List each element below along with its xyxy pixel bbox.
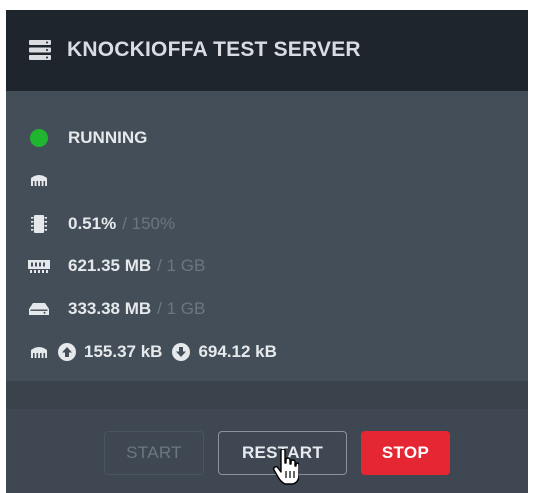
memory-limit-value: / 1 GB — [157, 256, 206, 275]
server-name: KNOCKIOFFA TEST SERVER — [67, 38, 361, 61]
status-row: RUNNING — [28, 125, 147, 151]
disk-row: 333.38 MB / 1 GB — [28, 296, 205, 322]
disk-icon — [28, 300, 50, 318]
hand-pointer-icon — [273, 449, 299, 485]
cpu-icon — [28, 215, 50, 233]
divider — [6, 381, 528, 409]
disk-limit-value: / 1 GB — [157, 299, 206, 318]
status-indicator-icon — [28, 129, 50, 147]
status-label: RUNNING — [68, 128, 148, 147]
cpu-row: 0.51% / 150% — [28, 211, 175, 237]
network-upload-value: 155.37 kB — [84, 342, 163, 361]
server-card-header: KNOCKIOFFA TEST SERVER — [6, 10, 528, 91]
start-button[interactable]: START — [104, 431, 204, 475]
stop-button[interactable]: STOP — [361, 431, 450, 475]
network-icon — [28, 343, 50, 361]
upload-arrow-icon — [58, 343, 76, 361]
disk-usage-value: 333.38 MB — [68, 299, 152, 318]
cpu-usage-value: 0.51% — [68, 214, 117, 233]
address-row — [28, 167, 68, 193]
network-traffic-row: 155.37 kB 694.12 kB — [28, 339, 277, 365]
server-card: KNOCKIOFFA TEST SERVER RUNNING 0.51% / 1… — [6, 10, 528, 493]
server-stats: RUNNING 0.51% / 150% 621.35 MB / 1 GB 33… — [6, 91, 528, 381]
download-arrow-icon — [172, 343, 191, 361]
cpu-limit-value: / 150% — [122, 214, 176, 233]
network-download-value: 694.12 kB — [198, 342, 277, 361]
server-icon — [29, 40, 51, 60]
memory-icon — [28, 257, 50, 275]
memory-usage-value: 621.35 MB — [68, 256, 152, 275]
network-icon — [28, 171, 50, 189]
memory-row: 621.35 MB / 1 GB — [28, 253, 205, 279]
power-actions: START RESTART STOP — [6, 409, 528, 493]
